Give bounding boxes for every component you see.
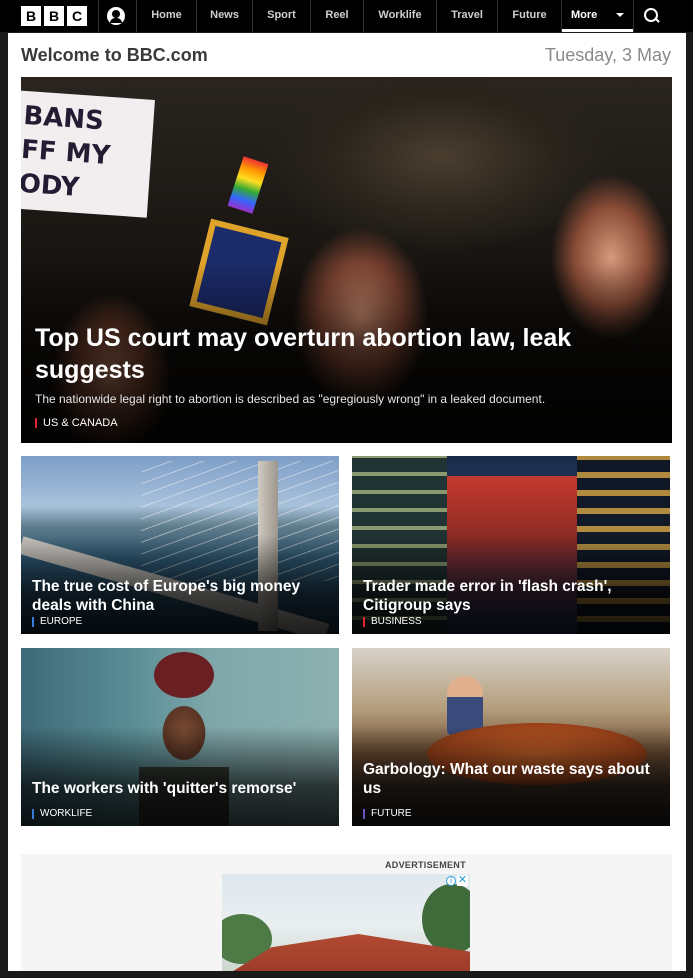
nav-more-dropdown[interactable]: More bbox=[562, 0, 633, 32]
nav-item-home[interactable]: Home bbox=[137, 0, 196, 32]
hero-image-protest-sign: BANS FF MY ODY bbox=[21, 90, 155, 218]
story-headline[interactable]: Trader made error in 'flash crash', Citi… bbox=[363, 577, 663, 615]
bbc-logo[interactable]: B B C bbox=[21, 6, 87, 26]
advertisement-slot: ADVERTISEMENT i ✕ bbox=[21, 854, 672, 978]
hero-headline[interactable]: Top US court may overturn abortion law, … bbox=[35, 322, 655, 386]
story-card[interactable]: The true cost of Europe's big money deal… bbox=[21, 456, 339, 634]
story-section-tag[interactable]: BUSINESS bbox=[363, 616, 422, 627]
account-icon[interactable] bbox=[107, 7, 125, 25]
nav-item-reel[interactable]: Reel bbox=[311, 0, 363, 32]
nav-item-travel[interactable]: Travel bbox=[437, 0, 497, 32]
story-headline[interactable]: Garbology: What our waste says about us bbox=[363, 760, 663, 798]
logo-letter-c: C bbox=[67, 6, 87, 26]
protest-sign-text: BANS FF MY ODY bbox=[21, 100, 112, 203]
advertisement-label: ADVERTISEMENT bbox=[385, 860, 466, 870]
hero-image-flag bbox=[227, 156, 269, 214]
close-icon[interactable]: ✕ bbox=[457, 875, 468, 886]
page-content: Welcome to BBC.com Tuesday, 3 May BANS F… bbox=[8, 33, 686, 978]
chevron-down-icon bbox=[616, 13, 624, 17]
hero-story[interactable]: BANS FF MY ODY Top US court may overturn… bbox=[21, 77, 672, 443]
story-card[interactable]: Trader made error in 'flash crash', Citi… bbox=[352, 456, 670, 634]
nav-item-future[interactable]: Future bbox=[498, 0, 561, 32]
story-card[interactable]: Garbology: What our waste says about us … bbox=[352, 648, 670, 826]
story-headline[interactable]: The true cost of Europe's big money deal… bbox=[32, 577, 332, 615]
current-date: Tuesday, 3 May bbox=[544, 45, 671, 65]
nav-item-sport[interactable]: Sport bbox=[253, 0, 310, 32]
adchoices-icon[interactable]: i bbox=[446, 876, 456, 886]
story-section-tag[interactable]: EUROPE bbox=[32, 616, 82, 627]
story-headline[interactable]: The workers with 'quitter's remorse' bbox=[32, 779, 332, 798]
search-icon[interactable] bbox=[644, 8, 660, 24]
nav-divider bbox=[633, 0, 634, 32]
window-bottom-edge bbox=[0, 971, 693, 978]
ad-image-tree bbox=[422, 884, 470, 954]
story-section-tag[interactable]: FUTURE bbox=[363, 808, 412, 819]
logo-letter-b1: B bbox=[21, 6, 41, 26]
nav-more-label: More bbox=[571, 9, 598, 21]
story-section-tag[interactable]: WORKLIFE bbox=[32, 808, 92, 819]
top-navigation: B B C Home News Sport Reel Worklife Trav… bbox=[0, 0, 693, 32]
story-card[interactable]: The workers with 'quitter's remorse' WOR… bbox=[21, 648, 339, 826]
page-title: Welcome to BBC.com bbox=[21, 45, 208, 65]
nav-item-news[interactable]: News bbox=[197, 0, 252, 32]
nav-divider bbox=[98, 0, 99, 32]
ad-creative[interactable]: i ✕ bbox=[222, 874, 470, 978]
logo-letter-b2: B bbox=[44, 6, 64, 26]
hero-summary: The nationwide legal right to abortion i… bbox=[35, 392, 546, 406]
hero-section-tag[interactable]: US & CANADA bbox=[35, 417, 118, 429]
nav-item-worklife[interactable]: Worklife bbox=[364, 0, 436, 32]
